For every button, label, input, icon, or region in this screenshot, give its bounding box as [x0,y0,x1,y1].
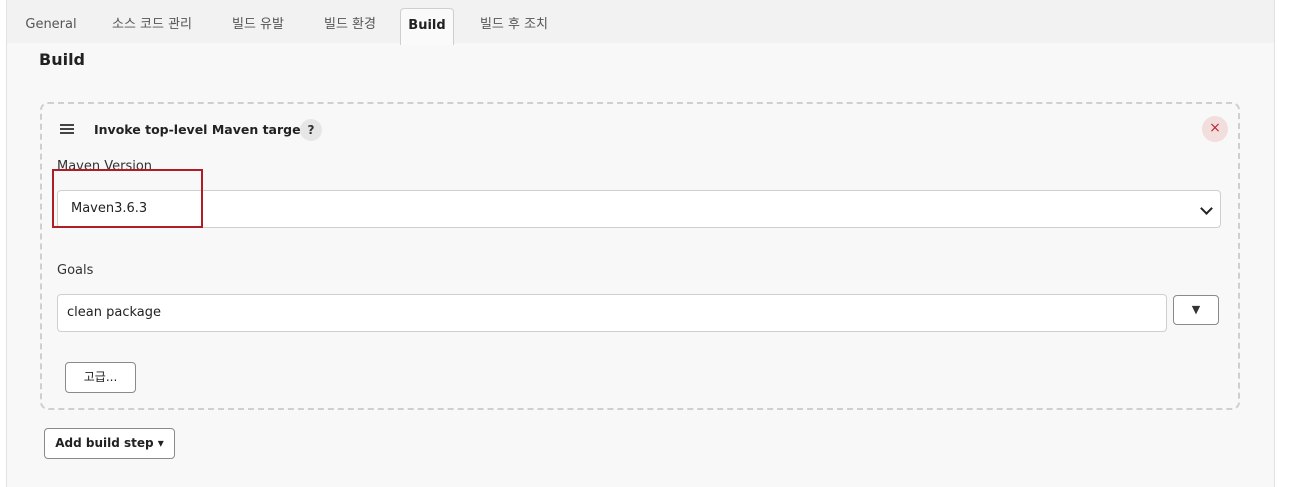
tab-build-environment[interactable]: 빌드 환경 [319,8,381,43]
tab-source-code-management[interactable]: 소스 코드 관리 [105,8,199,43]
maven-version-value: Maven3.6.3 [71,201,148,216]
maven-version-select[interactable]: Maven3.6.3 [57,190,1221,228]
section-title: Build [39,50,86,69]
goals-input[interactable]: clean package [57,294,1167,332]
tab-post-build-actions[interactable]: 빌드 후 조치 [473,8,555,43]
tab-build-triggers[interactable]: 빌드 유발 [227,8,289,43]
build-step-title: Invoke top-level Maven targets [94,122,314,137]
tab-build[interactable]: Build [400,8,454,45]
tab-general[interactable]: General [21,8,81,43]
build-step-card: Invoke top-level Maven targets ? × Maven… [40,102,1240,410]
help-icon[interactable]: ? [300,119,322,141]
goals-label: Goals [57,263,94,278]
delete-step-button[interactable]: × [1202,116,1228,142]
add-build-step-button[interactable]: Add build step ▾ [44,428,175,459]
config-tabbar: General 소스 코드 관리 빌드 유발 빌드 환경 Build 빌드 후 … [7,0,1274,45]
job-config-panel: General 소스 코드 관리 빌드 유발 빌드 환경 Build 빌드 후 … [6,0,1275,487]
goals-expand-button[interactable]: ▼ [1173,295,1219,325]
drag-handle-icon[interactable] [60,124,74,134]
chevron-down-icon [1200,202,1213,215]
advanced-button[interactable]: 고급... [65,362,136,393]
maven-version-label: Maven Version [57,159,153,174]
